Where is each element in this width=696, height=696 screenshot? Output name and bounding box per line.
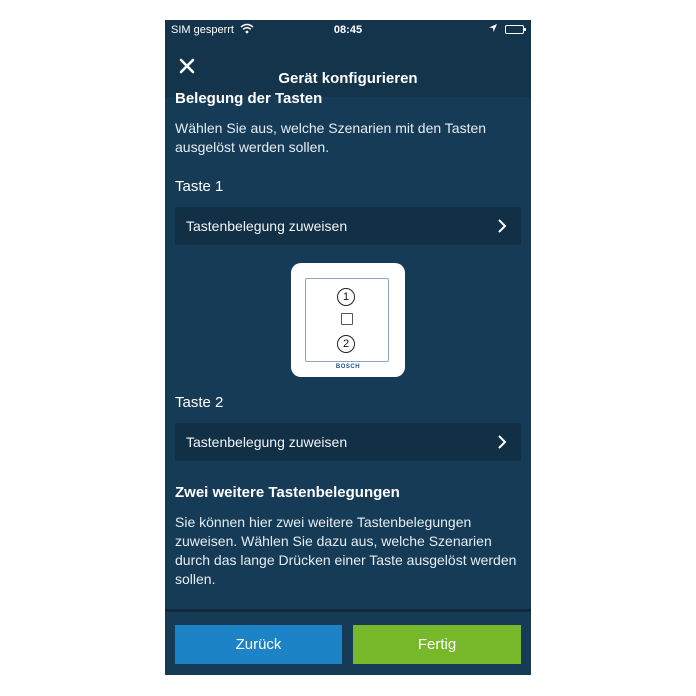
- key1-label: Taste 1: [175, 178, 224, 195]
- device-panel: 1 2: [305, 278, 389, 362]
- device-button-1: 1: [337, 288, 355, 306]
- footer-bar: Zurück Fertig: [165, 609, 531, 675]
- bosch-logo: BOSCH: [291, 364, 405, 370]
- device-illustration: 1 2 BOSCH: [291, 263, 405, 377]
- section-description-assignment: Wählen Sie aus, welche Szenarien mit den…: [175, 120, 487, 155]
- done-button[interactable]: Fertig: [353, 625, 521, 664]
- footer-divider: [165, 609, 531, 612]
- brand-text: BOSCH: [335, 364, 361, 370]
- chevron-right-icon: [497, 435, 507, 449]
- section-heading-assignment: Belegung der Tasten: [175, 90, 323, 107]
- device-led-square: [341, 313, 353, 325]
- device-button-2: 2: [337, 335, 355, 353]
- key1-assign-row[interactable]: Tastenbelegung zuweisen: [175, 207, 521, 245]
- section-heading-extra: Zwei weitere Tastenbelegungen: [175, 484, 400, 501]
- chevron-right-icon: [497, 219, 507, 233]
- key1-assign-label: Tastenbelegung zuweisen: [186, 218, 348, 234]
- battery-icon: [505, 25, 526, 34]
- key2-assign-row[interactable]: Tastenbelegung zuweisen: [175, 423, 521, 461]
- status-bar: SIM gesperrt 08:45: [165, 20, 531, 40]
- back-button[interactable]: Zurück: [175, 625, 342, 664]
- location-icon: [488, 23, 498, 36]
- section-description-extra: Sie können hier zwei weitere Tastenbeleg…: [175, 514, 517, 587]
- clock: 08:45: [333, 24, 363, 36]
- key2-assign-label: Tastenbelegung zuweisen: [186, 434, 348, 450]
- app-screen: SIM gesperrt 08:45 Gerät konfigurieren B…: [165, 20, 531, 675]
- key2-label: Taste 2: [175, 394, 224, 411]
- nav-bar: Gerät konfigurieren: [165, 40, 531, 97]
